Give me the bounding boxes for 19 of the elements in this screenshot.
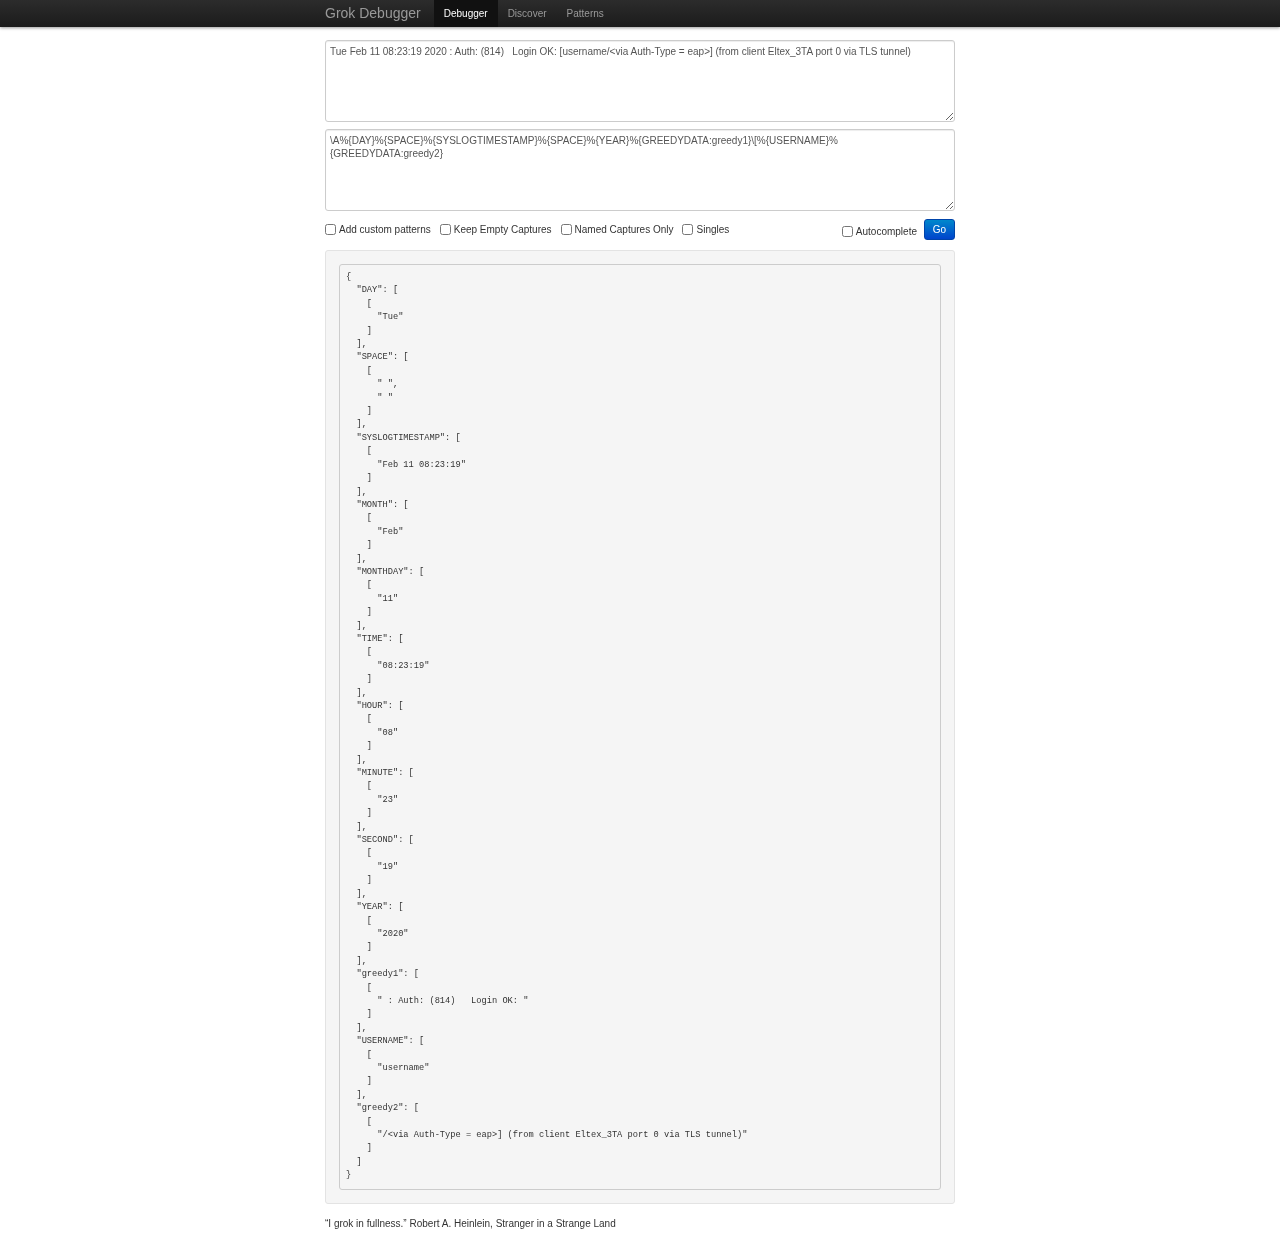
log-input-field[interactable]: Tue Feb 11 08:23:19 2020 : Auth: (814) Login OK: [username/<via Auth-Type = eap>] (from client Eltex_3TA port 0 via TLS tunnel) (325, 40, 955, 122)
nav-tab[interactable]: Discover (497, 0, 557, 27)
nav-tab[interactable]: Debugger (433, 0, 498, 27)
json-output: { "DAY": [ [ "Tue" ] ], "SPACE": [ [ " ", " " ] ], "SYSLOGTIMESTAMP": [ [ "Feb 11 08:23:19" ] ], "MONTH": [ [ "Feb" ] ], "MONTHDAY": [ [ "11" ] ], "TIME": [ [ "08:23:19" ] ], "HOUR": [ [ "08" ] ], "MINUTE": [ [ "23" ] ], "SECOND": [ [ "19" ] ], "YEAR": [ [ "2020" ] ], "greedy1": [ [ " : Auth: (814) Login OK: " ] ], "USERNAME": [ [ "username" ] ], "greedy2": [ [ "/<via Auth-Type = eap>] (from client Eltex_3TA port 0 via TLS tunnel)" ] ] } (339, 264, 941, 1190)
option-checkbox[interactable] (560, 223, 572, 235)
quote-text: “I grok in fullness.” Robert A. Heinlein, Stranger in a Strange Land (325, 1217, 617, 1229)
nav-tab[interactable]: Patterns (556, 0, 614, 27)
option-checkbox[interactable] (682, 223, 694, 235)
option-label[interactable]: Add custom patterns (339, 223, 431, 235)
option-checkbox[interactable] (439, 223, 451, 235)
option-label[interactable]: Autocomplete (855, 225, 917, 237)
option-checkbox[interactable] (325, 223, 336, 235)
option-label[interactable]: Named Captures Only (574, 223, 674, 235)
option-label[interactable]: Singles (696, 223, 730, 235)
option-checkbox[interactable] (841, 225, 853, 237)
app-brand[interactable]: Grok Debugger (325, 0, 421, 27)
pattern-input-field[interactable]: \A%{DAY}%{SPACE}%{SYSLOGTIMESTAMP}%{SPACE}%{YEAR}%{GREEDYDATA:greedy1}\[%{USERNAME}%{GREEDYDATA:greedy2} (325, 129, 955, 211)
go-button[interactable]: Go (924, 218, 955, 240)
option-label[interactable]: Keep Empty Captures (453, 223, 552, 235)
